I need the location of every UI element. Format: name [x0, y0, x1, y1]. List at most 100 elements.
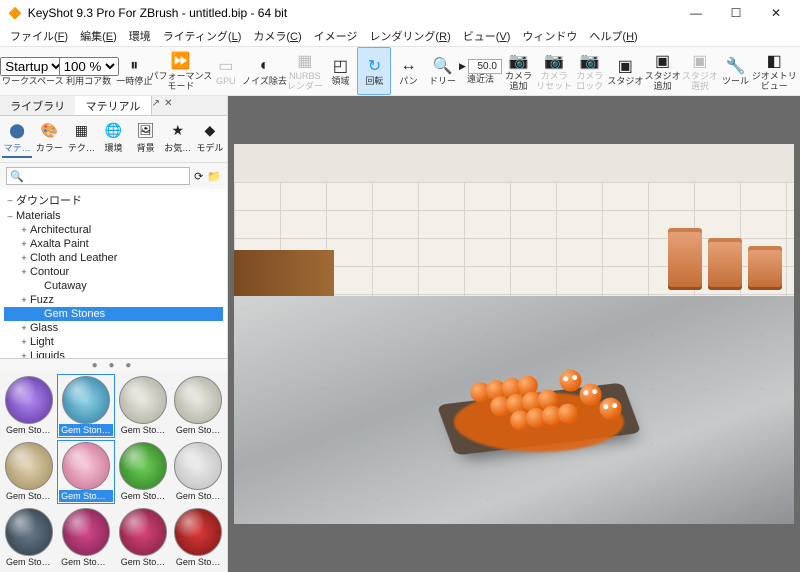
tree-twisty[interactable]: +	[18, 351, 30, 359]
toolbar-gpu: ▭GPU	[209, 47, 243, 95]
menu-環境[interactable]: 環境	[123, 26, 157, 46]
tree-node[interactable]: Gem Stones	[4, 307, 223, 321]
tree-node[interactable]: +Architectural	[4, 223, 223, 237]
material-caption: Gem Sto…	[4, 424, 53, 436]
window-title: KeyShot 9.3 Pro For ZBrush - untitled.bi…	[28, 6, 676, 20]
material-thumbnail[interactable]: Gem Ston…	[57, 374, 115, 438]
toolbar-studio[interactable]: ▣スタジオ	[607, 47, 644, 95]
material-thumbnail[interactable]: Gem Sto…	[57, 506, 115, 570]
menubar: ファイル(F)編集(E)環境ライティング(L)カメラ(C)イメージレンダリング(…	[0, 26, 800, 46]
menu-ウィンドウ[interactable]: ウィンドウ	[516, 26, 583, 46]
toolbar-region[interactable]: ◰領域	[323, 47, 357, 95]
material-caption: Gem Sto…	[59, 490, 113, 502]
dolly-icon: 🔍	[432, 56, 452, 76]
toolbar-dolly[interactable]: 🔍ドリー	[425, 47, 459, 95]
tree-node[interactable]: +Cloth and Leather	[4, 251, 223, 265]
material-thumbnail[interactable]: Gem Sto…	[2, 440, 55, 504]
toolbar-focal[interactable]: ▶50.0遠近法	[459, 47, 501, 95]
category-マテ…[interactable]: ⬤マテ…	[2, 120, 32, 158]
material-preview	[174, 508, 222, 556]
tree-node[interactable]: +Contour	[4, 265, 223, 279]
menu-ヘルプ[interactable]: ヘルプ(H)	[583, 26, 643, 46]
material-thumbnail[interactable]: Gem Sto…	[172, 440, 225, 504]
material-thumbnail[interactable]: Gem Sto…	[57, 440, 115, 504]
tree-twisty[interactable]: +	[18, 253, 30, 263]
material-preview	[62, 376, 110, 424]
category-icon: ★	[171, 122, 184, 139]
toolbar-workspace[interactable]: Startupワークスペース	[4, 47, 62, 95]
pause-icon: ⏸	[130, 56, 138, 76]
denoise-icon: ◐	[260, 56, 270, 76]
menu-レンダリング[interactable]: レンダリング(R)	[363, 26, 456, 46]
tree-node[interactable]: –ダウンロード	[4, 191, 223, 209]
refresh-icon[interactable]: ⟳	[194, 170, 203, 183]
material-thumbnail[interactable]: Gem Sto…	[117, 440, 170, 504]
category-モデル[interactable]: ◆モデル	[195, 120, 225, 158]
search-icon: 🔍	[10, 170, 24, 183]
pane-close-icon[interactable]: ✕	[164, 98, 172, 113]
tree-twisty[interactable]: +	[18, 295, 30, 305]
toolbar-studioadd[interactable]: ▣スタジオ 追加	[644, 47, 681, 95]
studio-label: スタジオ	[607, 76, 643, 86]
material-caption: Gem Sto…	[119, 556, 168, 568]
tree-twisty[interactable]: +	[18, 225, 30, 235]
material-thumbnail[interactable]: Gem Sto…	[2, 506, 55, 570]
toolbar-pause[interactable]: ⏸一時停止	[116, 47, 153, 95]
menu-ライティング[interactable]: ライティング(L)	[157, 26, 248, 46]
tree-node[interactable]: +Axalta Paint	[4, 237, 223, 251]
material-preview	[62, 442, 110, 490]
tree-twisty[interactable]: +	[18, 267, 30, 277]
studioopt-label: スタジオ 選択	[682, 71, 718, 91]
tree-twisty[interactable]: +	[18, 323, 30, 333]
category-テク…[interactable]: ▦テク…	[66, 120, 96, 158]
folder-icon[interactable]: 📁	[207, 170, 221, 183]
material-thumbnail[interactable]: Gem Sto…	[117, 374, 170, 438]
toolbar-rotate[interactable]: ↻回転	[357, 47, 391, 95]
toolbar-denoise[interactable]: ◐ノイズ除去	[243, 47, 286, 95]
tree-twisty[interactable]: +	[18, 337, 30, 347]
menu-ファイル[interactable]: ファイル(F)	[4, 26, 74, 46]
tree-twisty[interactable]: –	[4, 195, 16, 205]
menu-カメラ[interactable]: カメラ(C)	[247, 26, 307, 46]
toolbar-perfmode[interactable]: ⏩パフォーマンス モード	[153, 47, 209, 95]
tree-node[interactable]: –Materials	[4, 209, 223, 223]
material-thumbnail[interactable]: Gem Sto…	[117, 506, 170, 570]
menu-編集[interactable]: 編集(E)	[74, 26, 123, 46]
category-環境[interactable]: 🌐環境	[98, 120, 128, 158]
toolbar-camadd[interactable]: 📷カメラ 追加	[502, 47, 536, 95]
category-カラー[interactable]: 🎨カラー	[34, 120, 64, 158]
tree-node[interactable]: +Glass	[4, 321, 223, 335]
maximize-button[interactable]: ☐	[716, 0, 756, 26]
close-button[interactable]: ✕	[756, 0, 796, 26]
toolbar-cores[interactable]: 100 %利用コア数	[62, 47, 116, 95]
tree-node[interactable]: Cutaway	[4, 279, 223, 293]
material-thumbnail[interactable]: Gem Sto…	[172, 374, 225, 438]
material-thumbnail[interactable]: Gem Sto…	[172, 506, 225, 570]
toolbar-geoview[interactable]: ◧ジオメトリ ビュー	[752, 47, 796, 95]
tree-node[interactable]: +Fuzz	[4, 293, 223, 307]
minimize-button[interactable]: —	[676, 0, 716, 26]
material-thumbnail[interactable]: Gem Sto…	[2, 374, 55, 438]
render-view[interactable]	[234, 144, 794, 524]
material-preview	[62, 508, 110, 556]
category-icon: 🌐	[105, 122, 122, 139]
tree-twisty[interactable]: +	[18, 239, 30, 249]
category-背景[interactable]: 🖼背景	[131, 120, 161, 158]
toolbar-pan[interactable]: ↔パン	[391, 47, 425, 95]
pane-tab-library[interactable]: ライブラリ	[0, 96, 75, 115]
search-input[interactable]	[6, 167, 190, 185]
workspace-label: ワークスペース	[2, 76, 64, 86]
menu-イメージ[interactable]: イメージ	[308, 26, 364, 46]
viewport[interactable]	[228, 96, 800, 572]
pane-tab-material[interactable]: マテリアル	[75, 96, 151, 115]
menu-ビュー[interactable]: ビュー(V)	[457, 26, 517, 46]
tree-twisty[interactable]: –	[4, 211, 16, 221]
tree-node[interactable]: +Light	[4, 335, 223, 349]
category-お気…[interactable]: ★お気…	[163, 120, 193, 158]
panel-resize-handle[interactable]: ● ● ●	[0, 359, 227, 372]
material-preview	[174, 442, 222, 490]
pane-popout-icon[interactable]: ↗	[152, 98, 160, 113]
toolbar-tools[interactable]: 🔧ツール	[718, 47, 752, 95]
dolly-label: ドリー	[429, 76, 456, 86]
tree-node[interactable]: +Liquids	[4, 349, 223, 359]
